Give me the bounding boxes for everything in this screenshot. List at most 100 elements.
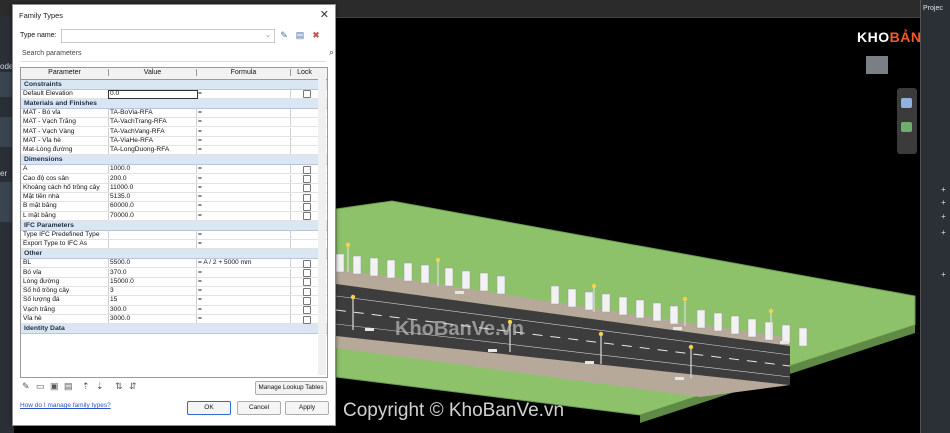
apply-button[interactable]: Apply (285, 401, 329, 415)
formula-cell[interactable]: = (198, 165, 288, 173)
column-header-formula[interactable]: Formula (197, 69, 291, 76)
navigation-bar[interactable] (897, 88, 917, 154)
zoom-icon[interactable] (901, 98, 912, 108)
formula-cell[interactable]: = (198, 202, 288, 210)
table-row[interactable]: MAT - Bó vỉa TA-BoVia-RFA = (21, 108, 327, 119)
formula-cell[interactable]: = (198, 184, 288, 192)
formula-cell[interactable]: = (198, 146, 288, 154)
sort-ascending-icon[interactable]: ⇅ (115, 381, 123, 392)
close-icon[interactable]: ✕ (320, 8, 329, 21)
lock-checkbox[interactable] (303, 315, 311, 324)
column-header-parameter[interactable]: Parameter (21, 69, 109, 76)
value-cell[interactable]: 15000.0 (110, 278, 195, 286)
table-row[interactable]: Mặt tiền nhà 5135.0 = (21, 193, 327, 203)
delete-type-icon[interactable]: ✖ (310, 29, 322, 41)
steering-wheel-icon[interactable] (901, 122, 912, 132)
column-header-lock[interactable]: Lock (291, 69, 318, 76)
value-cell[interactable]: 0.0 (110, 90, 195, 98)
value-cell[interactable]: 300.0 (110, 306, 195, 314)
table-row[interactable]: Type IFC Predefined Type = (21, 230, 327, 241)
formula-cell[interactable]: = (198, 315, 288, 323)
expand-icon[interactable]: + (941, 212, 946, 221)
new-parameter-icon[interactable]: ▭ (36, 381, 45, 392)
value-cell[interactable]: 5135.0 (110, 193, 195, 201)
value-cell[interactable]: 3000.0 (110, 315, 195, 323)
value-cell[interactable]: 200.0 (110, 175, 195, 183)
table-row[interactable]: MAT - Vỉa hè TA-ViaHe-RFA = (21, 136, 327, 147)
formula-cell[interactable]: = (198, 137, 288, 145)
table-row[interactable]: Mat-Lòng đường TA-LongDuong-RFA = (21, 146, 327, 156)
lock-checkbox[interactable] (303, 202, 311, 211)
search-parameters-field[interactable]: Search parameters ⌕ (20, 47, 334, 62)
formula-cell[interactable]: = (198, 193, 288, 201)
table-row[interactable]: MAT - Vạch Vàng TA-VachVang-RFA = (21, 127, 327, 137)
value-cell[interactable]: 70000.0 (110, 212, 195, 220)
value-cell[interactable]: TA-VachTrang-RFA (110, 118, 195, 126)
formula-cell[interactable]: = (198, 175, 288, 183)
search-icon[interactable]: ⌕ (329, 47, 334, 58)
lock-checkbox[interactable] (303, 184, 311, 193)
formula-cell[interactable]: = (198, 296, 288, 304)
group-header[interactable]: IFC Parameters⌃ (21, 221, 327, 231)
table-row[interactable]: Lòng đường 15000.0 = (21, 277, 327, 288)
formula-cell[interactable]: = (198, 90, 288, 98)
formula-cell[interactable]: = (198, 240, 288, 248)
lock-checkbox[interactable] (303, 278, 311, 287)
formula-cell[interactable]: = (198, 128, 288, 136)
formula-cell[interactable]: = (198, 212, 288, 220)
table-row[interactable]: B mặt bằng 60000.0 = (21, 202, 327, 212)
lock-checkbox[interactable] (303, 193, 311, 202)
table-row[interactable]: Bó vỉa 370.0 = (21, 268, 327, 278)
table-row[interactable]: MAT - Vạch Trắng TA-VachTrang-RFA = (21, 118, 327, 128)
value-cell[interactable]: TA-BoVia-RFA (110, 109, 195, 117)
formula-cell[interactable]: = (198, 278, 288, 286)
cancel-button[interactable]: Cancel (237, 401, 281, 415)
value-cell[interactable]: 1000.0 (110, 165, 195, 173)
edit-parameter-icon[interactable]: ✎ (22, 381, 30, 392)
formula-cell[interactable]: = (198, 306, 288, 314)
table-row[interactable]: Vỉa hè 3000.0 = (21, 315, 327, 325)
value-cell[interactable]: 3 (110, 287, 195, 295)
table-row[interactable]: Khoảng cách hố trồng cây 11000.0 = (21, 183, 327, 194)
move-down-icon[interactable]: ⇣ (96, 381, 104, 392)
table-row[interactable]: L mặt bằng 70000.0 = (21, 211, 327, 221)
copy-parameter-icon[interactable]: ▣ (50, 381, 59, 392)
ok-button[interactable]: OK (187, 401, 231, 415)
move-up-icon[interactable]: ⇡ (82, 381, 90, 392)
table-row[interactable]: BL 5500.0 = A / 2 + 5000 mm (21, 259, 327, 269)
expand-icon[interactable]: + (941, 270, 946, 279)
rename-type-icon[interactable]: ▤ (294, 29, 306, 41)
group-header[interactable]: Other⌃ (21, 249, 327, 260)
lock-checkbox[interactable] (303, 269, 311, 277)
value-cell[interactable]: 11000.0 (110, 184, 195, 192)
manage-lookup-tables-button[interactable]: Manage Lookup Tables (255, 381, 327, 395)
lock-checkbox[interactable] (303, 306, 311, 315)
group-header[interactable]: Identity Data⌄ (21, 324, 327, 335)
formula-cell[interactable]: = (198, 231, 288, 239)
table-row[interactable]: Vạch trắng 300.0 = (21, 305, 327, 315)
column-header-value[interactable]: Value (109, 69, 197, 76)
table-row[interactable]: Export Type to IFC As = (21, 240, 327, 250)
formula-cell[interactable]: = A / 2 + 5000 mm (198, 259, 288, 267)
group-header[interactable]: Materials and Finishes⌃ (21, 99, 327, 109)
viewcube[interactable] (866, 56, 888, 74)
group-header[interactable]: Constraints⌃ (21, 80, 327, 90)
table-row[interactable]: Cao độ cos sân 200.0 = (21, 174, 327, 184)
table-scrollbar[interactable] (318, 79, 326, 375)
lock-checkbox[interactable] (303, 165, 311, 174)
type-name-dropdown[interactable]: ⌄ (61, 29, 275, 43)
group-header[interactable]: Dimensions⌃ (21, 155, 327, 166)
lock-checkbox[interactable] (303, 259, 311, 268)
table-row[interactable]: A 1000.0 = (21, 165, 327, 175)
value-cell[interactable]: 15 (110, 296, 195, 304)
formula-cell[interactable]: = (198, 109, 288, 117)
formula-cell[interactable]: = (198, 287, 288, 295)
lock-checkbox[interactable] (303, 175, 311, 183)
lock-checkbox[interactable] (303, 90, 311, 99)
help-link[interactable]: How do I manage family types? (20, 402, 111, 409)
value-cell[interactable]: 60000.0 (110, 202, 195, 210)
value-cell[interactable]: 370.0 (110, 269, 195, 277)
lock-checkbox[interactable] (303, 296, 311, 305)
expand-icon[interactable]: + (941, 228, 946, 237)
lock-checkbox[interactable] (303, 212, 311, 221)
